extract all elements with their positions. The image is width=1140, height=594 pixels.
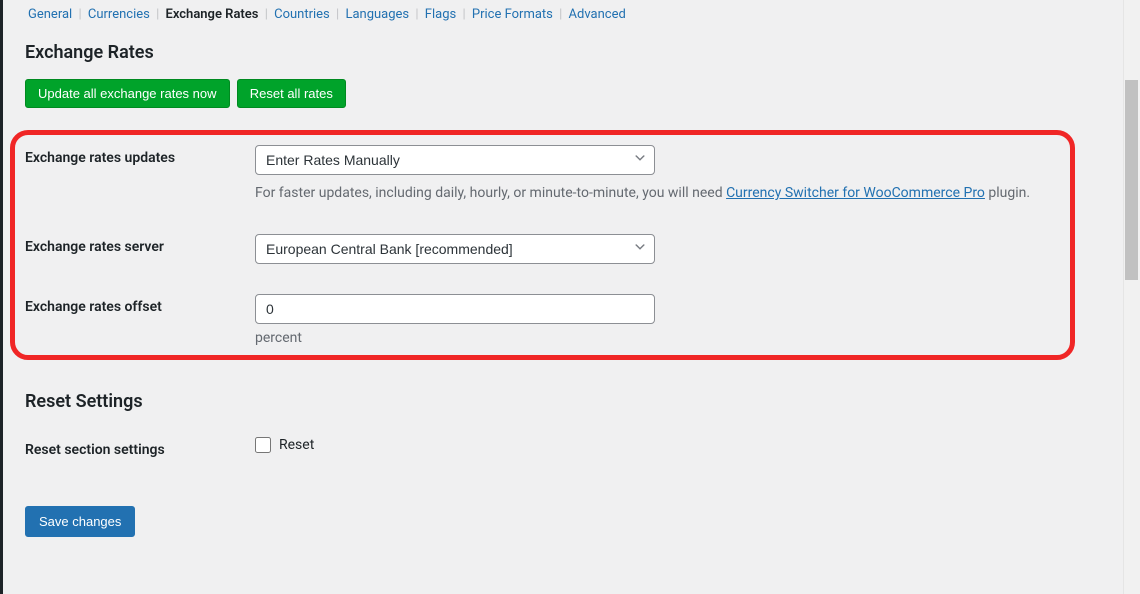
tab-price-formats[interactable]: Price Formats	[472, 0, 553, 30]
reset-settings-form: Reset section settings Reset	[25, 422, 1115, 478]
tab-separator: |	[156, 7, 159, 22]
tab-separator: |	[78, 7, 81, 22]
tab-separator: |	[265, 7, 268, 22]
field-description-updates: For faster updates, including daily, hou…	[255, 183, 1105, 204]
vertical-scrollbar[interactable]	[1123, 0, 1140, 594]
tab-languages[interactable]: Languages	[345, 0, 409, 30]
exchange-rates-server-select[interactable]: European Central Bank [recommended]	[255, 234, 655, 264]
field-label-reset: Reset section settings	[25, 422, 255, 478]
save-changes-button[interactable]: Save changes	[25, 506, 135, 537]
tab-flags[interactable]: Flags	[425, 0, 456, 30]
field-label-updates: Exchange rates updates	[25, 130, 255, 219]
tab-separator: |	[462, 7, 465, 22]
pro-plugin-link[interactable]: Currency Switcher for WooCommerce Pro	[726, 185, 985, 201]
reset-settings-title: Reset Settings	[25, 391, 1115, 412]
scrollbar-thumb[interactable]	[1125, 80, 1138, 280]
tab-currencies[interactable]: Currencies	[88, 0, 150, 30]
admin-sidebar-sliver	[0, 0, 3, 594]
field-label-server: Exchange rates server	[25, 219, 255, 279]
reset-checkbox[interactable]	[255, 437, 271, 453]
tab-separator: |	[415, 7, 418, 22]
tab-separator: |	[336, 7, 339, 22]
tab-general[interactable]: General	[28, 0, 72, 30]
sub-tabs: General | Currencies | Exchange Rates | …	[0, 0, 1140, 30]
exchange-rates-updates-select[interactable]: Enter Rates Manually	[255, 145, 655, 175]
tab-advanced[interactable]: Advanced	[569, 0, 626, 30]
tab-separator: |	[559, 7, 562, 22]
page-title: Exchange Rates	[25, 42, 1115, 63]
exchange-rates-offset-input[interactable]	[255, 294, 655, 324]
update-all-rates-button[interactable]: Update all exchange rates now	[25, 79, 230, 108]
offset-unit-label: percent	[255, 330, 1105, 346]
reset-checkbox-label: Reset	[279, 437, 314, 453]
action-buttons-row: Update all exchange rates now Reset all …	[25, 79, 1115, 108]
tab-exchange-rates[interactable]: Exchange Rates	[166, 0, 259, 30]
reset-all-rates-button[interactable]: Reset all rates	[237, 79, 346, 108]
field-label-offset: Exchange rates offset	[25, 279, 255, 361]
settings-form: Exchange rates updates Enter Rates Manua…	[25, 130, 1115, 361]
tab-countries[interactable]: Countries	[274, 0, 330, 30]
